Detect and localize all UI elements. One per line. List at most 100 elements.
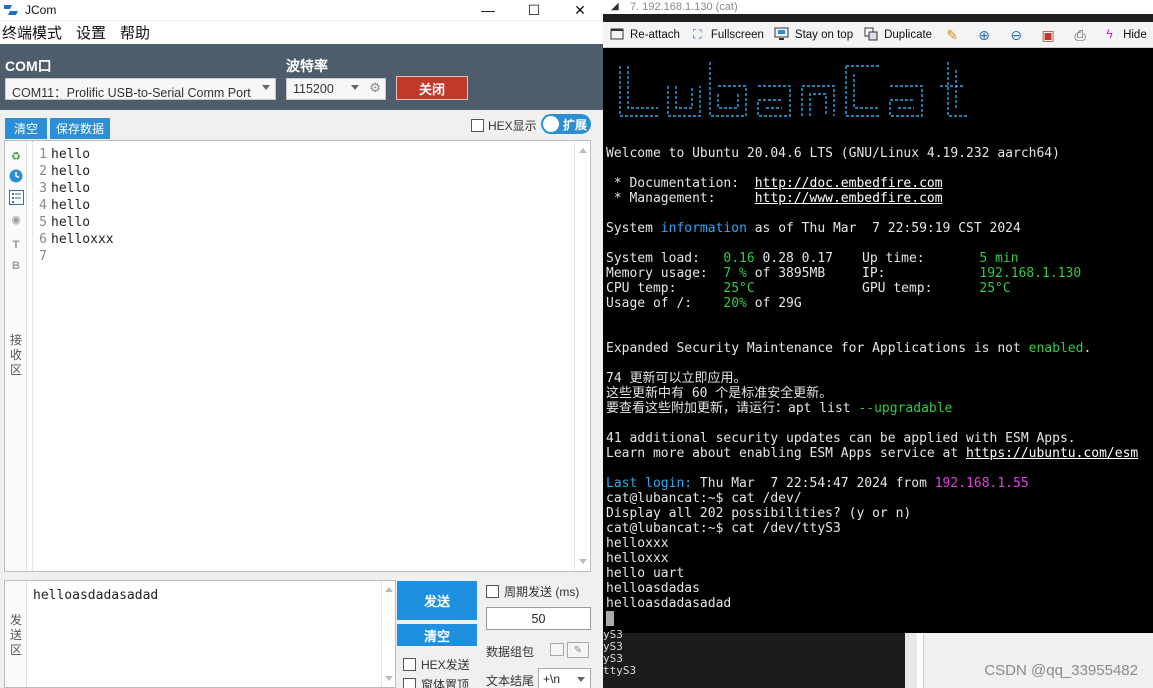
periodic-send-option[interactable]: 周期发送 (ms) [486, 583, 579, 600]
stay-on-top-icon [774, 27, 789, 42]
stay-on-top-button[interactable]: Stay on top [774, 27, 853, 42]
session-line: helloasdadas [606, 581, 700, 596]
esm-line: Expanded Security Maintenance for Applic… [606, 341, 1091, 356]
reattach-button[interactable]: Re-attach [609, 27, 680, 42]
send-scrollbar[interactable] [381, 581, 395, 687]
hide-label: Hide [1123, 28, 1147, 41]
zoom-out-icon[interactable]: ⊖ [1007, 26, 1025, 44]
esm-word: enabled [1028, 341, 1084, 356]
hex-send-checkbox[interactable] [403, 658, 416, 671]
fullscreen-label: Fullscreen [710, 28, 764, 41]
menu-help[interactable]: 帮助 [119, 22, 151, 43]
gear-icon[interactable]: ⚙ [369, 80, 381, 96]
send-input[interactable]: helloasdadasadad [33, 588, 158, 603]
terminal-screen[interactable]: Welcome to Ubuntu 20.04.6 LTS (GNU/Linux… [603, 48, 1153, 633]
hide-button[interactable]: ϟ Hide [1102, 27, 1147, 42]
clear-receive-button[interactable]: 清空 [5, 118, 47, 139]
receive-area[interactable]: ♻ ◉ T B 接收区 1 hello 2 hello 3 hello 4 hello … [4, 140, 591, 572]
terminal-toolbar: Re-attach ⛶ Fullscreen Stay on top Dupli… [603, 22, 1153, 48]
line-text: hello [51, 198, 91, 213]
mgmt-link[interactable]: http://www.embedfire.com [755, 191, 943, 206]
topmost-option[interactable]: 窗体置顶 [403, 676, 469, 688]
scroll-up-icon[interactable] [579, 148, 587, 153]
hex-display-option[interactable]: HEX显示 [471, 117, 537, 134]
clock-icon[interactable] [8, 168, 24, 184]
doc-link[interactable]: http://doc.embedfire.com [755, 176, 943, 191]
jcom-title-bar: JCom — ☐ ✕ [0, 0, 603, 20]
background-line: ttyS3 [603, 664, 637, 677]
minimize-button[interactable]: — [465, 0, 511, 20]
close-port-button[interactable]: 关闭 [396, 76, 468, 100]
esm-apps-line-1: 41 additional security updates can be ap… [606, 431, 1076, 446]
scroll-down-icon[interactable] [385, 676, 393, 681]
stat-label: Up time: [862, 251, 980, 266]
background-window: yS3 yS3 yS3 ttyS3 [603, 629, 1153, 688]
zoom-in-icon[interactable]: ⊕ [975, 26, 993, 44]
receive-scrollbar[interactable] [574, 141, 590, 571]
session-line: helloxxx [606, 551, 669, 566]
menu-terminal-mode[interactable]: 终端模式 [1, 22, 63, 43]
line-text: hello [51, 215, 91, 230]
eye-icon[interactable]: ◉ [8, 211, 24, 227]
stat-value: 5 min [979, 251, 1019, 266]
save-icon[interactable]: ▣ [1039, 26, 1057, 44]
print-icon[interactable]: ⎙ [1071, 26, 1089, 44]
send-area-label: 发送区 [9, 613, 22, 657]
fullscreen-icon: ⛶ [693, 27, 702, 41]
close-window-button[interactable]: ✕ [557, 0, 603, 20]
updates-pre: 要查看这些附加更新，请运行：apt list [606, 401, 859, 416]
packet-label: 数据组包 [486, 645, 535, 659]
recycle-icon[interactable]: ♻ [8, 148, 24, 164]
terminal-window: ◢ 7. 192.168.1.130 (cat) Re-attach ⛶ Ful… [603, 0, 1153, 688]
packet-edit-icon[interactable]: ✎ [567, 642, 589, 658]
background-panel [923, 633, 1153, 688]
hex-send-option[interactable]: HEX发送 [403, 656, 470, 673]
topmost-checkbox[interactable] [403, 678, 416, 688]
esm-apps-link[interactable]: https://ubuntu.com/esm [966, 446, 1138, 461]
jcom-window: JCom — ☐ ✕ 终端模式 设置 帮助 COM口 COM11：Prolifi… [0, 0, 603, 688]
text-icon[interactable]: T [8, 237, 24, 253]
updates-line-1: 74 更新可以立即应用。 [606, 371, 747, 386]
session-line: helloasdadasadad [606, 596, 732, 611]
period-input[interactable]: 50 [486, 607, 591, 630]
receive-line: 5 hello [27, 214, 570, 231]
stat-line-memory: Memory usage: 7 % of 3895MB [606, 266, 825, 281]
send-button[interactable]: 发送 [397, 581, 477, 620]
eol-select[interactable]: +\n [538, 668, 591, 688]
documentation-line: * Documentation: http://doc.embedfire.co… [606, 176, 943, 191]
edit-icon[interactable]: ✎ [943, 26, 961, 44]
send-area[interactable]: 发送区 helloasdadasadad [4, 580, 396, 688]
scroll-up-icon[interactable] [385, 587, 393, 592]
fullscreen-button[interactable]: ⛶ Fullscreen [690, 27, 764, 42]
expand-toggle[interactable]: 扩展 [541, 114, 591, 134]
mgmt-label: * Management: [606, 191, 755, 206]
stat-value: 20% [723, 296, 747, 311]
save-data-button[interactable]: 保存数据 [50, 118, 110, 139]
periodic-send-checkbox[interactable] [486, 585, 499, 598]
terminal-title: 7. 192.168.1.130 (cat) [630, 1, 738, 13]
scroll-down-icon[interactable] [579, 559, 587, 564]
stat-line-cpu: CPU temp: 25°C [606, 281, 755, 296]
receive-area-label: 接收区 [9, 333, 22, 377]
session-line: hello uart [606, 566, 685, 581]
jcom-logo-icon [4, 5, 18, 15]
list-icon[interactable] [8, 189, 24, 205]
sysinfo-line: System information as of Thu Mar 7 22:59… [606, 221, 1021, 236]
maximize-button[interactable]: ☐ [511, 0, 557, 20]
com-port-select[interactable]: COM11：Prolific USB-to-Serial Comm Port [5, 78, 276, 100]
clear-send-button[interactable]: 清空 [397, 624, 477, 646]
menu-settings[interactable]: 设置 [75, 22, 107, 43]
hex-display-checkbox[interactable] [471, 119, 484, 132]
baud-rate-select[interactable]: 115200 ⚙ [286, 78, 386, 100]
welcome-line: Welcome to Ubuntu 20.04.6 LTS (GNU/Linux… [606, 146, 1060, 161]
esm-apps-pre: Learn more about enabling ESM Apps servi… [606, 446, 967, 461]
line-text: helloxxx [51, 232, 114, 247]
chevron-down-icon [577, 677, 585, 682]
bold-icon[interactable]: B [8, 258, 24, 274]
receive-line: 1 hello [27, 146, 570, 163]
duplicate-button[interactable]: Duplicate [863, 27, 932, 42]
eol-label: 文本结尾 [486, 674, 535, 688]
stat-line-ip: IP: 192.168.1.130 [862, 266, 1081, 281]
esm-post: . [1083, 341, 1092, 356]
packet-checkbox[interactable] [550, 643, 564, 656]
